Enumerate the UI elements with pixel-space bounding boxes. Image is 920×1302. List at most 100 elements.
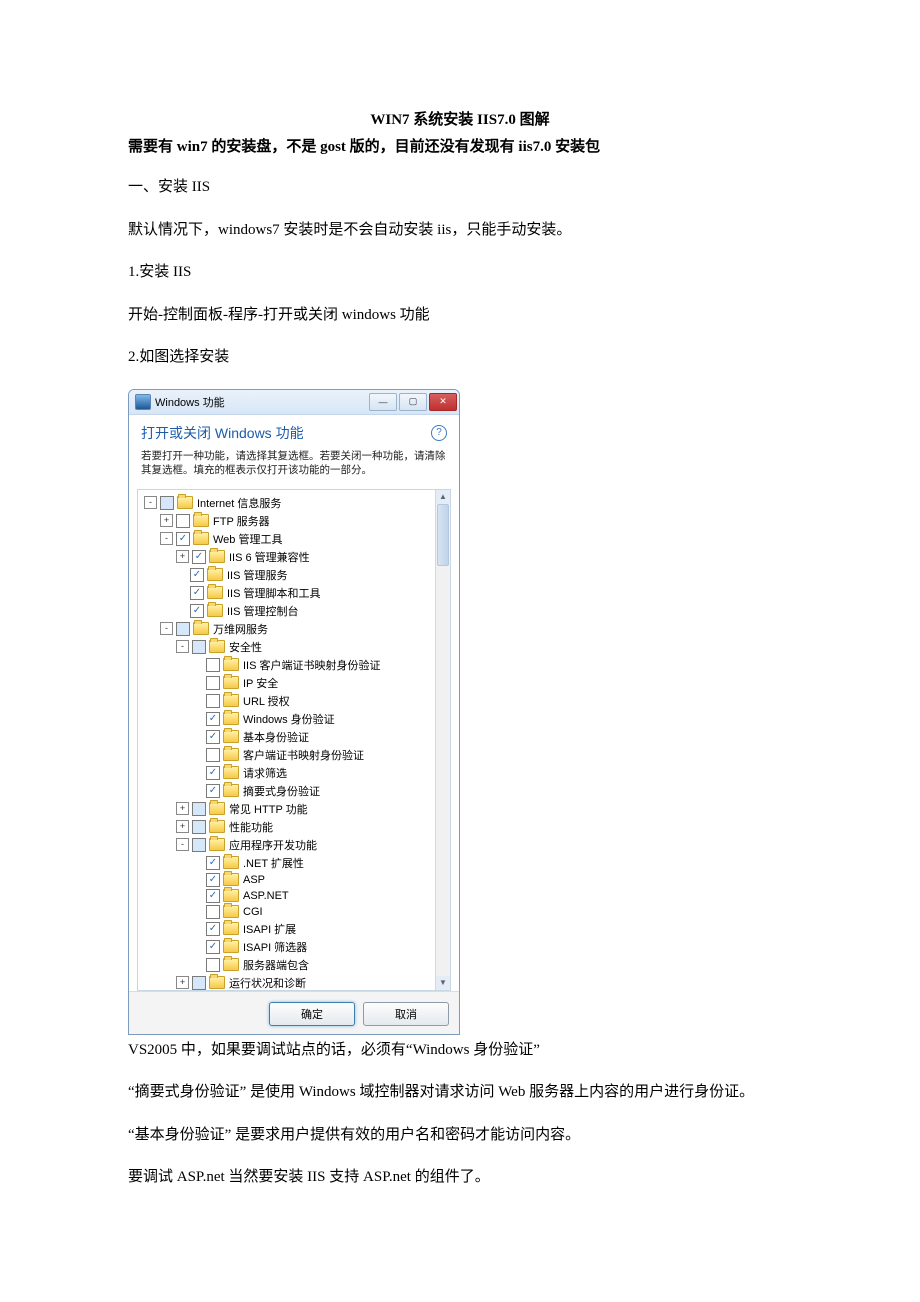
feature-checkbox[interactable] — [190, 568, 204, 582]
tree-node[interactable]: ISAPI 筛选器 — [192, 938, 446, 956]
folder-icon — [207, 604, 223, 617]
tree-node[interactable]: 摘要式身份验证 — [192, 782, 446, 800]
tree-node[interactable]: CGI — [192, 904, 446, 920]
scroll-up-icon[interactable]: ▲ — [436, 490, 450, 504]
collapse-icon[interactable]: - — [176, 838, 189, 851]
feature-checkbox[interactable] — [206, 658, 220, 672]
toggle-spacer — [192, 713, 203, 724]
feature-checkbox[interactable] — [160, 496, 174, 510]
folder-icon — [223, 940, 239, 953]
feature-checkbox[interactable] — [176, 514, 190, 528]
feature-checkbox[interactable] — [206, 748, 220, 762]
expand-icon[interactable]: + — [176, 550, 189, 563]
feature-checkbox[interactable] — [206, 922, 220, 936]
toggle-spacer — [192, 677, 203, 688]
tree-node-label: 运行状况和诊断 — [229, 975, 306, 991]
folder-icon — [223, 766, 239, 779]
feature-checkbox[interactable] — [206, 712, 220, 726]
tree-node-label: IIS 管理控制台 — [227, 603, 299, 619]
tree-node[interactable]: 客户端证书映射身份验证 — [192, 746, 446, 764]
close-button[interactable]: ✕ — [429, 393, 457, 411]
app-icon — [135, 394, 151, 410]
folder-icon — [223, 905, 239, 918]
tree-node[interactable]: + 运行状况和诊断 — [176, 974, 446, 991]
scroll-down-icon[interactable]: ▼ — [436, 976, 450, 990]
toggle-spacer — [192, 959, 203, 970]
toggle-spacer — [192, 857, 203, 868]
feature-checkbox[interactable] — [206, 940, 220, 954]
dialog-button-row: 确定 取消 — [129, 991, 459, 1034]
feature-checkbox[interactable] — [192, 820, 206, 834]
tree-node[interactable]: ISAPI 扩展 — [192, 920, 446, 938]
folder-icon — [223, 658, 239, 671]
collapse-icon[interactable]: - — [176, 640, 189, 653]
cancel-button[interactable]: 取消 — [363, 1002, 449, 1026]
feature-checkbox[interactable] — [206, 905, 220, 919]
feature-checkbox[interactable] — [190, 604, 204, 618]
tree-node-label: FTP 服务器 — [213, 513, 270, 529]
ok-button[interactable]: 确定 — [269, 1002, 355, 1026]
doc-para-4: 开始-控制面板-程序-打开或关闭 windows 功能 — [128, 304, 792, 327]
tree-node[interactable]: Windows 身份验证 — [192, 710, 446, 728]
tree-node[interactable]: -安全性 — [176, 638, 446, 656]
scrollbar[interactable]: ▲ ▼ — [435, 490, 450, 990]
tree-node[interactable]: 服务器端包含 — [192, 956, 446, 974]
feature-checkbox[interactable] — [176, 532, 190, 546]
feature-checkbox[interactable] — [206, 889, 220, 903]
feature-checkbox[interactable] — [206, 958, 220, 972]
tree-node[interactable]: + FTP 服务器 — [160, 512, 446, 530]
folder-icon — [177, 496, 193, 509]
tree-node[interactable]: +常见 HTTP 功能 — [176, 800, 446, 818]
tree-node[interactable]: -Internet 信息服务 — [144, 494, 446, 512]
expand-icon[interactable]: + — [176, 802, 189, 815]
collapse-icon[interactable]: - — [144, 496, 157, 509]
folder-icon — [223, 856, 239, 869]
collapse-icon[interactable]: - — [160, 532, 173, 545]
help-icon[interactable]: ? — [431, 425, 447, 441]
tree-node[interactable]: +性能功能 — [176, 818, 446, 836]
tree-node-label: .NET 扩展性 — [243, 855, 304, 871]
feature-checkbox[interactable] — [206, 694, 220, 708]
tree-node[interactable]: +IIS 6 管理兼容性 — [176, 548, 446, 566]
tree-node[interactable]: -应用程序开发功能 — [176, 836, 446, 854]
tree-node[interactable]: URL 授权 — [192, 692, 446, 710]
tree-node[interactable]: -万维网服务 — [160, 620, 446, 638]
feature-checkbox[interactable] — [190, 586, 204, 600]
tree-node[interactable]: 基本身份验证 — [192, 728, 446, 746]
tree-node[interactable]: IIS 管理服务 — [176, 566, 446, 584]
tree-node[interactable]: .NET 扩展性 — [192, 854, 446, 872]
feature-checkbox[interactable] — [192, 976, 206, 990]
feature-checkbox[interactable] — [206, 856, 220, 870]
expand-icon[interactable]: + — [176, 820, 189, 833]
feature-checkbox[interactable] — [176, 622, 190, 636]
expand-icon[interactable]: + — [176, 976, 189, 989]
tree-node[interactable]: -Web 管理工具 — [160, 530, 446, 548]
feature-checkbox[interactable] — [192, 550, 206, 564]
tree-node[interactable]: IIS 客户端证书映射身份验证 — [192, 656, 446, 674]
maximize-button[interactable]: ▢ — [399, 393, 427, 411]
feature-checkbox[interactable] — [206, 676, 220, 690]
feature-checkbox[interactable] — [192, 640, 206, 654]
feature-checkbox[interactable] — [206, 784, 220, 798]
minimize-button[interactable]: — — [369, 393, 397, 411]
feature-checkbox[interactable] — [206, 873, 220, 887]
tree-node-label: ASP — [243, 874, 265, 886]
doc-para-3: 1.安装 IIS — [128, 261, 792, 284]
folder-icon — [223, 730, 239, 743]
tree-node[interactable]: IIS 管理脚本和工具 — [176, 584, 446, 602]
tree-node[interactable]: IP 安全 — [192, 674, 446, 692]
doc-para-after-2: “摘要式身份验证” 是使用 Windows 域控制器对请求访问 Web 服务器上… — [128, 1081, 792, 1104]
tree-node[interactable]: 请求筛选 — [192, 764, 446, 782]
expand-icon[interactable]: + — [160, 514, 173, 527]
feature-checkbox[interactable] — [206, 730, 220, 744]
feature-checkbox[interactable] — [192, 802, 206, 816]
toggle-spacer — [192, 785, 203, 796]
collapse-icon[interactable]: - — [160, 622, 173, 635]
tree-node[interactable]: ASP — [192, 872, 446, 888]
scroll-thumb[interactable] — [437, 504, 449, 566]
tree-node[interactable]: ASP.NET — [192, 888, 446, 904]
feature-checkbox[interactable] — [206, 766, 220, 780]
feature-checkbox[interactable] — [192, 838, 206, 852]
folder-icon — [193, 514, 209, 527]
tree-node[interactable]: IIS 管理控制台 — [176, 602, 446, 620]
